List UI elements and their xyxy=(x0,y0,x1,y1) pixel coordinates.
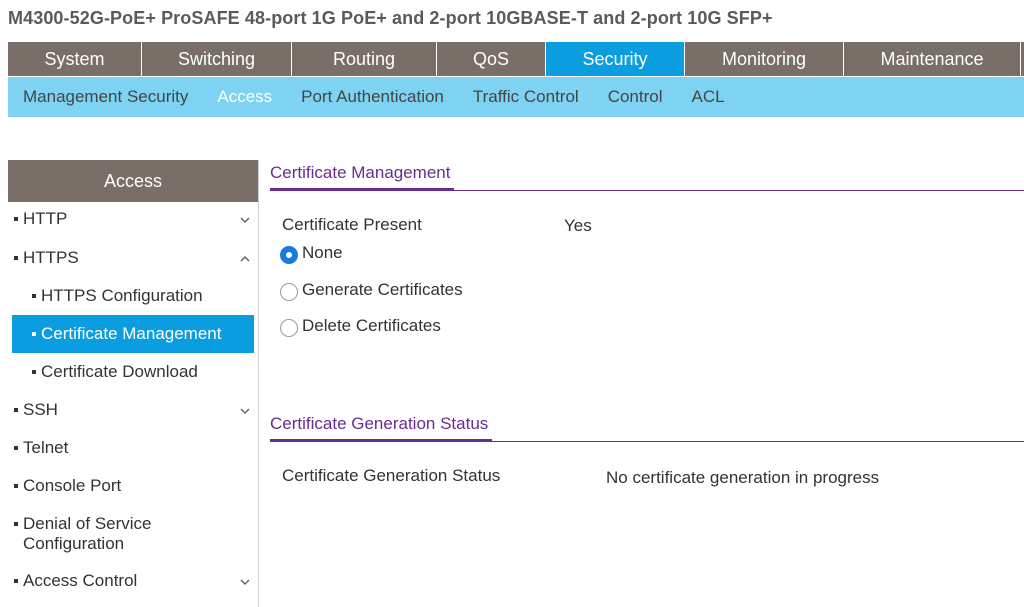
certificate-present-label: Certificate Present xyxy=(282,215,422,234)
section-certificate-management: Certificate Management xyxy=(270,161,1024,191)
section-certificate-generation-status: Certificate Generation Status xyxy=(270,412,1024,442)
sidebar-item-label: HTTPS xyxy=(23,248,79,267)
radio-delete-certificates[interactable]: Delete Certificates xyxy=(280,316,441,337)
tab-qos[interactable]: QoS xyxy=(437,42,546,76)
device-title: M4300-52G-PoE+ ProSAFE 48-port 1G PoE+ a… xyxy=(8,8,773,28)
sidebar-item-access-control[interactable]: Access Control xyxy=(8,571,258,591)
bullet-icon xyxy=(32,370,36,374)
sidebar-item-label: Denial of Service Configuration xyxy=(23,514,152,553)
sidebar-item-label: SSH xyxy=(23,400,58,419)
radio-label: Delete Certificates xyxy=(302,316,441,335)
sidebar-item-certificate-download[interactable]: Certificate Download xyxy=(8,362,258,382)
sidebar-item-console-port[interactable]: Console Port xyxy=(8,476,258,496)
bullet-icon xyxy=(14,408,18,412)
generation-status-value: No certificate generation in progress xyxy=(606,468,880,487)
radio-label: Generate Certificates xyxy=(302,280,463,299)
sidebar-item-label: Certificate Download xyxy=(41,362,198,381)
subnav-port-authentication[interactable]: Port Authentication xyxy=(301,87,444,107)
generation-status-label: Certificate Generation Status xyxy=(282,466,501,485)
bullet-icon xyxy=(14,217,18,221)
subnav-traffic-control[interactable]: Traffic Control xyxy=(473,87,579,107)
section-title: Certificate Generation Status xyxy=(270,414,493,442)
bullet-icon xyxy=(14,446,18,450)
subnav-access[interactable]: Access xyxy=(217,87,272,107)
tab-routing[interactable]: Routing xyxy=(292,42,437,76)
section-title: Certificate Management xyxy=(270,163,455,191)
bullet-icon xyxy=(14,256,18,260)
radio-label: None xyxy=(302,243,343,262)
tab-monitoring[interactable]: Monitoring xyxy=(685,42,844,76)
sidebar-header: Access xyxy=(8,160,258,202)
tab-switching[interactable]: Switching xyxy=(142,42,292,76)
radio-unchecked-icon[interactable] xyxy=(280,283,298,301)
main-nav: System Switching Routing QoS Security Mo… xyxy=(8,42,1024,76)
radio-generate-certificates[interactable]: Generate Certificates xyxy=(280,280,463,301)
sidebar-item-denial-of-service[interactable]: Denial of Service Configuration xyxy=(8,514,208,554)
sidebar-item-label: Telnet xyxy=(23,438,69,457)
bullet-icon xyxy=(14,522,18,526)
tab-system[interactable]: System xyxy=(8,42,142,76)
sidebar-item-certificate-management[interactable]: Certificate Management xyxy=(12,315,254,353)
chevron-down-icon[interactable] xyxy=(240,215,250,225)
bullet-icon xyxy=(14,579,18,583)
tab-security[interactable]: Security xyxy=(546,42,685,76)
sidebar-item-http[interactable]: HTTP xyxy=(8,209,258,229)
sidebar-item-https-configuration[interactable]: HTTPS Configuration xyxy=(8,286,258,306)
sidebar-item-label: Console Port xyxy=(23,476,122,495)
tab-maintenance[interactable]: Maintenance xyxy=(844,42,1021,76)
bullet-icon xyxy=(32,332,36,336)
radio-none[interactable]: None xyxy=(280,243,343,264)
sidebar-item-label: Certificate Management xyxy=(41,324,222,343)
sidebar-item-label: Access Control xyxy=(23,571,138,590)
sidebar: Access HTTP HTTPS HTTPS Configuration Ce… xyxy=(8,160,259,607)
sidebar-item-https[interactable]: HTTPS xyxy=(8,248,258,268)
sidebar-item-telnet[interactable]: Telnet xyxy=(8,438,258,458)
bullet-icon xyxy=(14,484,18,488)
radio-unchecked-icon[interactable] xyxy=(280,319,298,337)
chevron-down-icon[interactable] xyxy=(240,577,250,587)
chevron-up-icon[interactable] xyxy=(240,254,250,264)
sidebar-item-label: HTTPS Configuration xyxy=(41,286,203,305)
sub-nav: Management Security Access Port Authenti… xyxy=(8,77,1024,117)
chevron-down-icon[interactable] xyxy=(240,406,250,416)
bullet-icon xyxy=(32,294,36,298)
sidebar-item-label: HTTP xyxy=(23,209,68,228)
subnav-acl[interactable]: ACL xyxy=(692,87,725,107)
subnav-control[interactable]: Control xyxy=(608,87,663,107)
sidebar-item-ssh[interactable]: SSH xyxy=(8,400,258,420)
certificate-present-value: Yes xyxy=(564,216,592,235)
radio-checked-icon[interactable] xyxy=(280,246,298,264)
subnav-management-security[interactable]: Management Security xyxy=(23,87,188,107)
